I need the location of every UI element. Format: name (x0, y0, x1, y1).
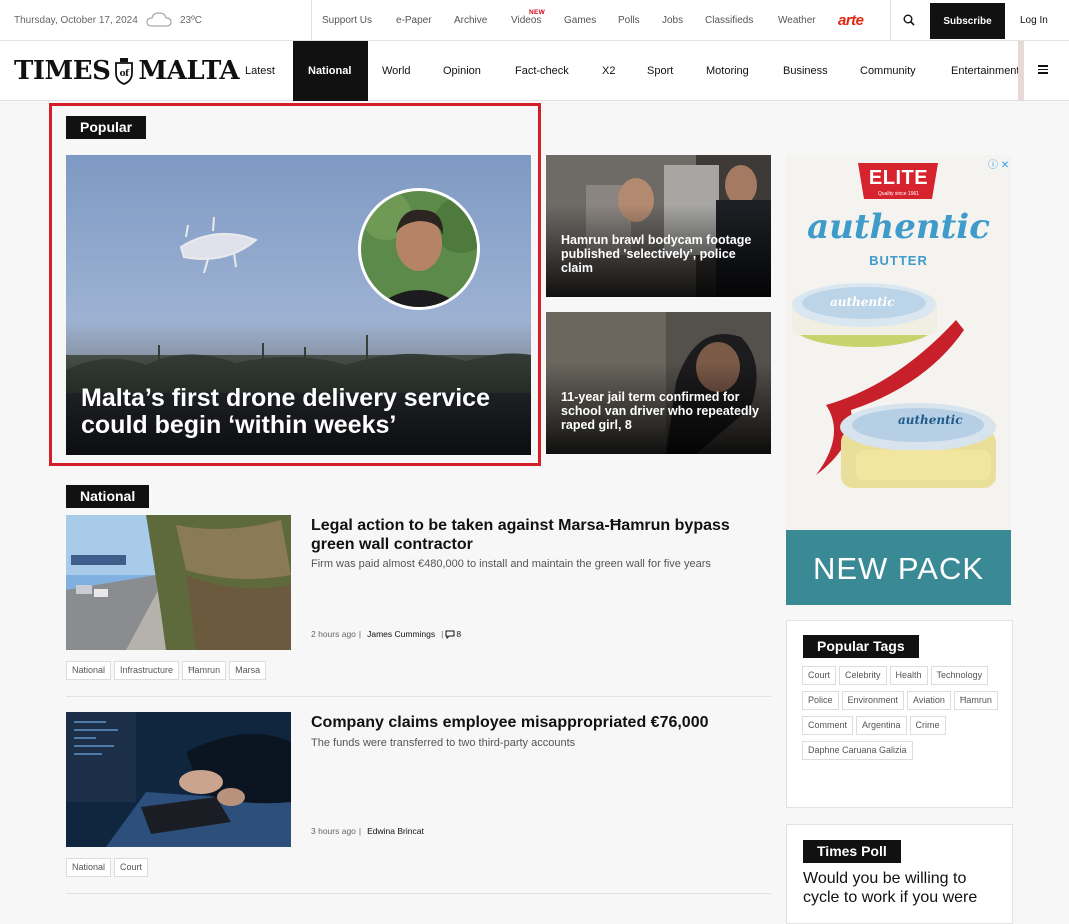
tag-infrastructure[interactable]: Infrastructure (114, 661, 180, 680)
tag-health[interactable]: Health (889, 666, 928, 685)
nav-opinion[interactable]: Opinion (443, 41, 481, 101)
poll-question: Would you be willing to cycle to work if… (803, 870, 978, 906)
tag-technology[interactable]: Technology (930, 666, 989, 685)
article-image[interactable] (66, 712, 291, 847)
article-headline[interactable]: Company claims employee misappropriated … (311, 713, 751, 732)
nav-world[interactable]: World (382, 41, 411, 101)
cloud-icon (146, 12, 172, 27)
tag-court[interactable]: Court (802, 666, 837, 685)
link-jobs[interactable]: Jobs (662, 15, 683, 26)
popular-tile-2[interactable]: 11-year jail term confirmed for school v… (546, 312, 771, 454)
subscribe-button[interactable]: Subscribe (930, 3, 1005, 39)
link-support-us[interactable]: Support Us (322, 15, 372, 26)
popular-tags-title: Popular Tags (803, 635, 919, 658)
divider (311, 0, 312, 40)
comment-icon[interactable] (445, 630, 455, 639)
site-logo[interactable]: TIMES of MALTA (14, 56, 240, 86)
article-author[interactable]: James Cummings (367, 629, 435, 639)
times-poll-title: Times Poll (803, 840, 901, 863)
nav-sport[interactable]: Sport (647, 41, 673, 101)
tag-court[interactable]: Court (114, 858, 149, 877)
article-time: 2 hours ago (311, 629, 356, 639)
bodycam-image (546, 155, 771, 297)
logo-text-malta: MALTA (138, 56, 240, 86)
article-summary: Firm was paid almost €480,000 to install… (311, 558, 711, 570)
comment-count[interactable]: 8 (456, 629, 461, 639)
article-meta: 3 hours ago | Edwina Brincat (311, 826, 424, 836)
nav-fact-check[interactable]: Fact-check (515, 41, 569, 101)
tag-aviation[interactable]: Aviation (907, 691, 951, 710)
green-wall-image (66, 515, 291, 650)
tag-national[interactable]: National (66, 858, 112, 877)
nav-x2[interactable]: X2 (602, 41, 615, 101)
nav-business[interactable]: Business (783, 41, 828, 101)
tag-national[interactable]: National (66, 661, 112, 680)
keyboard-hacker-image (66, 712, 291, 847)
link-games[interactable]: Games (564, 15, 596, 26)
advertisement[interactable]: ELITE Quality since 1961 authentic BUTTE… (786, 155, 1011, 605)
search-icon[interactable] (903, 14, 915, 26)
ad-cta: NEW PACK (812, 551, 985, 586)
logo-text-times: TIMES (14, 56, 111, 86)
tag-hamrun[interactable]: Ħamrun (953, 691, 998, 710)
nav-motoring[interactable]: Motoring (706, 41, 749, 101)
tag-marsa[interactable]: Marsa (229, 661, 267, 680)
link-polls[interactable]: Polls (618, 15, 640, 26)
ad-pack-label-2: authentic (898, 413, 963, 427)
tag-daphne-caruana-galizia[interactable]: Daphne Caruana Galizia (802, 741, 913, 760)
nav-latest[interactable]: Latest (245, 41, 275, 101)
crest-icon: of (115, 58, 134, 85)
nav-scroll-fade (1018, 41, 1024, 101)
ad-brand: ELITE (868, 167, 929, 189)
section-label-national: National (66, 485, 150, 508)
link-epaper[interactable]: e-Paper (396, 15, 432, 26)
article-author[interactable]: Edwina Brincat (367, 826, 424, 836)
article-time: 3 hours ago (311, 826, 356, 836)
ad-product-sub: BUTTER (869, 253, 928, 268)
tag-environment[interactable]: Environment (841, 691, 905, 710)
utility-bar: Thursday, October 17, 2024 23ºC Support … (0, 0, 1069, 41)
link-videos[interactable]: Videos (511, 15, 541, 26)
tag-comment[interactable]: Comment (802, 716, 854, 735)
nav-national[interactable]: National (293, 41, 368, 101)
article-divider (66, 696, 771, 697)
ad-pack-label-1: authentic (830, 295, 895, 309)
link-archive[interactable]: Archive (454, 15, 487, 26)
hero-headline[interactable]: Malta’s first drone delivery service cou… (81, 385, 521, 439)
new-badge: NEW (529, 9, 546, 16)
ad-product: authentic (807, 207, 990, 247)
current-date: Thursday, October 17, 2024 (14, 15, 138, 26)
tag-police[interactable]: Police (802, 691, 839, 710)
tag-crime[interactable]: Crime (909, 716, 946, 735)
article-tags: National Infrastructure Ħamrun Marsa (66, 661, 267, 680)
link-classifieds[interactable]: Classifieds (705, 15, 753, 26)
jail-story-image (546, 312, 771, 454)
svg-text:of: of (120, 69, 131, 79)
nav-community[interactable]: Community (860, 41, 916, 101)
article-meta: 2 hours ago | James Cummings | 8 (311, 629, 462, 639)
ad-choices-icon[interactable]: ⓘ ✕ (988, 156, 1009, 171)
link-weather[interactable]: Weather (778, 15, 816, 26)
tag-hamrun[interactable]: Ħamrun (182, 661, 227, 680)
nav-entertainment[interactable]: Entertainment (951, 41, 1021, 101)
tile-headline[interactable]: Hamrun brawl bodycam footage published '… (561, 233, 761, 275)
login-link[interactable]: Log In (1020, 15, 1048, 26)
temperature: 23ºC (180, 15, 202, 26)
arte-logo[interactable]: arte (838, 12, 864, 29)
article-divider (66, 893, 771, 894)
article-headline[interactable]: Legal action to be taken against Marsa-Ħ… (311, 516, 751, 554)
article-summary: The funds were transferred to two third-… (311, 737, 576, 749)
ad-brand-sub: Quality since 1961 (877, 191, 920, 197)
tile-headline[interactable]: 11-year jail term confirmed for school v… (561, 390, 761, 432)
menu-icon[interactable] (1038, 65, 1048, 74)
article-tags: National Court (66, 858, 149, 877)
section-label-popular: Popular (66, 116, 147, 139)
article-image[interactable] (66, 515, 291, 650)
tag-argentina[interactable]: Argentina (856, 716, 907, 735)
popular-tags-list: Court Celebrity Health Technology Police… (802, 666, 1002, 760)
divider (890, 0, 891, 40)
popular-tile-1[interactable]: Hamrun brawl bodycam footage published '… (546, 155, 771, 297)
tag-celebrity[interactable]: Celebrity (839, 666, 887, 685)
